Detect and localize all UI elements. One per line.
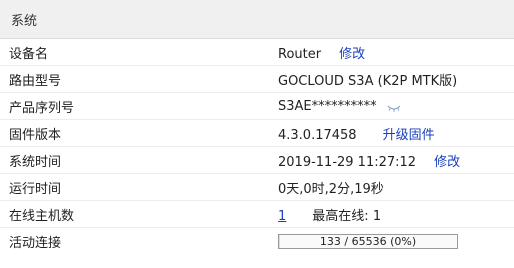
row-firmware: 固件版本 4.3.0.17458 升级固件: [0, 120, 514, 147]
model-value: GOCLOUD S3A (K2P MTK版): [278, 73, 458, 89]
panel-header: 系统: [0, 0, 514, 39]
row-system-time: 系统时间 2019-11-29 11:27:12 修改: [0, 147, 514, 174]
firmware-label: 固件版本: [9, 127, 62, 143]
system-time-value: 2019-11-29 11:27:12: [278, 154, 417, 170]
row-online-hosts: 在线主机数 1 最高在线: 1: [0, 201, 514, 228]
connections-progress: 133 / 65536 (0%): [278, 234, 458, 249]
edit-device-name-link[interactable]: 修改: [339, 47, 365, 62]
device-name-label: 设备名: [9, 46, 49, 62]
model-label: 路由型号: [9, 73, 62, 89]
connections-text: 133 / 65536 (0%): [319, 235, 417, 248]
eye-icon[interactable]: [387, 102, 401, 112]
serial-label: 产品序列号: [9, 100, 75, 116]
system-time-label: 系统时间: [9, 154, 62, 170]
row-model: 路由型号 GOCLOUD S3A (K2P MTK版): [0, 66, 514, 93]
row-connections: 活动连接 133 / 65536 (0%): [0, 228, 514, 255]
row-serial: 产品序列号 S3AE**********: [0, 93, 514, 120]
edit-time-link[interactable]: 修改: [434, 155, 460, 170]
uptime-label: 运行时间: [9, 181, 62, 197]
row-uptime: 运行时间 0天,0时,2分,19秒: [0, 174, 514, 201]
device-name-value: Router: [278, 46, 322, 62]
connections-label: 活动连接: [9, 236, 62, 251]
online-hosts-link[interactable]: 1: [278, 209, 286, 224]
row-device-name: 设备名 Router 修改: [0, 39, 514, 66]
uptime-value: 0天,0时,2分,19秒: [278, 181, 384, 197]
system-panel: 系统 设备名 Router 修改 路由型号 GOCLOUD S3A (K2P MT…: [0, 0, 514, 268]
max-online-value: 1: [372, 208, 382, 224]
panel-title: 系统: [11, 13, 38, 29]
firmware-value: 4.3.0.17458: [278, 127, 357, 143]
upgrade-firmware-link[interactable]: 升级固件: [383, 128, 435, 143]
serial-value: S3AE**********: [278, 98, 377, 114]
max-online-label: 最高在线:: [312, 208, 369, 224]
online-hosts-label: 在线主机数: [9, 208, 75, 224]
